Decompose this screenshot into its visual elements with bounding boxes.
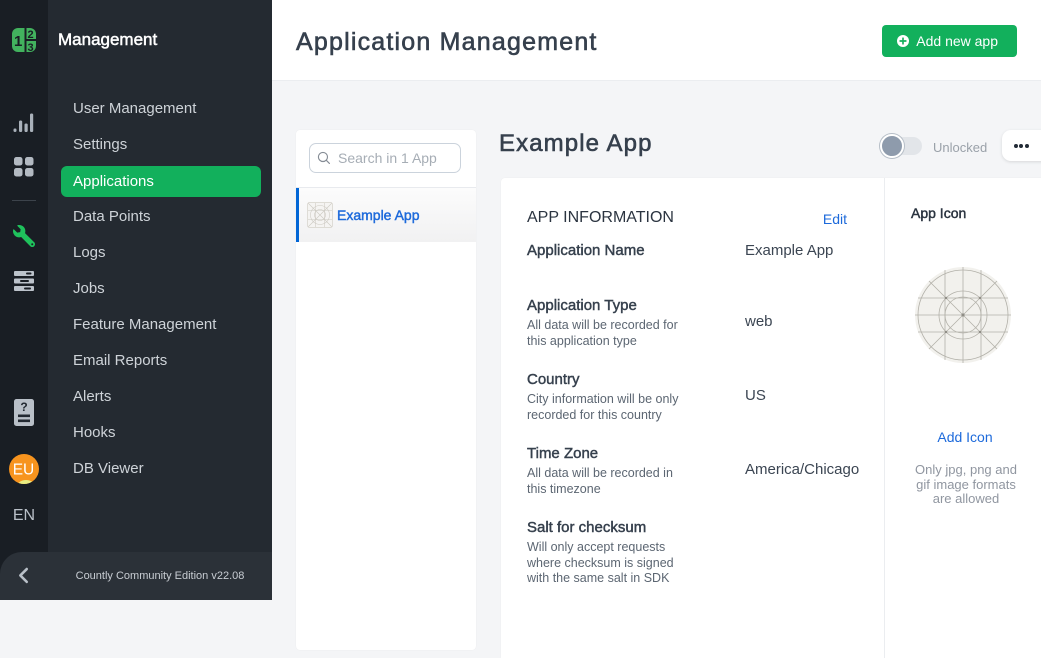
svg-text:1: 1	[14, 33, 22, 50]
svg-text:2: 2	[28, 29, 34, 41]
svg-text:EU: EU	[13, 462, 35, 479]
svg-text:3: 3	[28, 42, 34, 52]
svg-text:?: ?	[20, 400, 27, 414]
